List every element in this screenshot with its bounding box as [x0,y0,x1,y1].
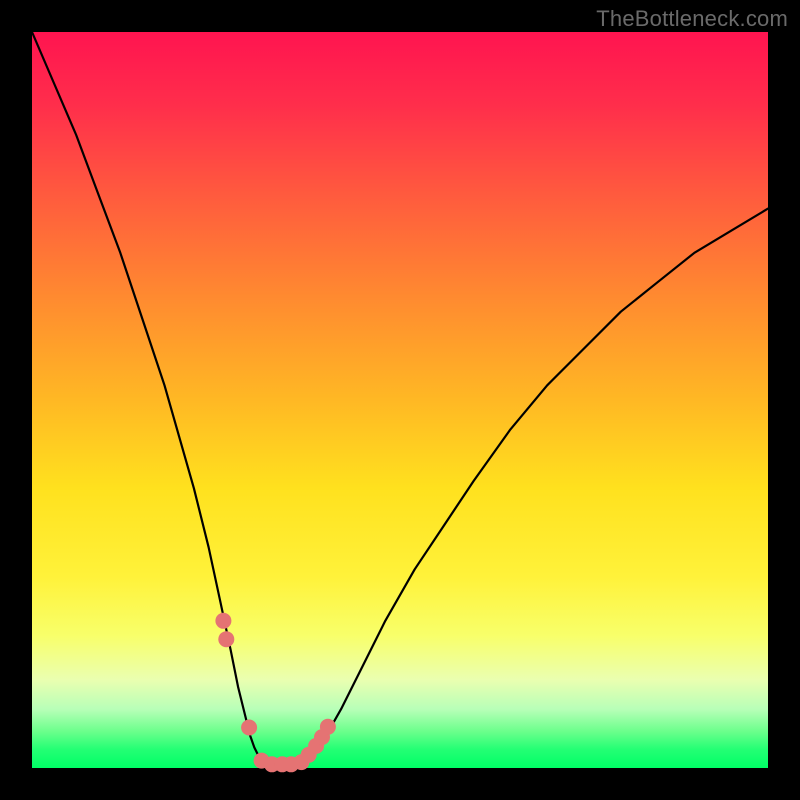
bottleneck-dots [215,613,336,773]
highlight-dot [241,720,257,736]
highlight-dot [320,719,336,735]
chart-frame: TheBottleneck.com [0,0,800,800]
highlight-dot [218,631,234,647]
highlight-dot [215,613,231,629]
watermark-text: TheBottleneck.com [596,6,788,32]
bottleneck-curve [32,32,768,765]
chart-svg [32,32,768,768]
chart-plot-area [32,32,768,768]
